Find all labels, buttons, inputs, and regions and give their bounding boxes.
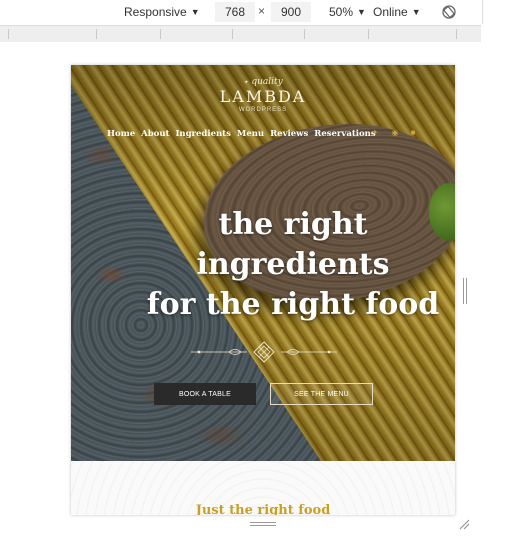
device-stage: ✦ quality LAMBDA WORDPRESS Home About Ingre…	[0, 42, 519, 540]
viewport-resize-handle-right[interactable]	[462, 278, 468, 304]
site-logo[interactable]: LAMBDA	[71, 87, 455, 106]
ruler-tick	[304, 29, 305, 39]
logo-subtitle: WORDPRESS	[238, 107, 288, 113]
ruler-tick	[160, 29, 161, 39]
ruler-tick	[368, 29, 369, 39]
device-toolbar: Responsive ▼ 768 × 900 50% ▼ Online ▼	[0, 0, 519, 24]
ornament-divider-icon	[191, 341, 337, 363]
viewport-resize-handle-bottom[interactable]	[250, 521, 276, 527]
instagram-icon[interactable]: ◉	[391, 129, 399, 137]
network-throttle-dropdown[interactable]: Online ▼	[373, 4, 421, 20]
tripadvisor-icon[interactable]: ■	[409, 129, 417, 137]
logo-top-text: quality	[251, 77, 283, 87]
headline-line: for the right food	[146, 287, 440, 322]
ruler-tick	[96, 29, 97, 39]
main-nav: Home About Ingredients Menu Reviews Reservati…	[107, 129, 382, 141]
media-query-ruler[interactable]	[0, 25, 481, 43]
nav-item-home[interactable]: Home	[107, 129, 135, 139]
headline-line: the right	[218, 207, 368, 242]
device-mode-label: Responsive	[124, 5, 187, 19]
width-input[interactable]: 768	[215, 2, 255, 22]
nav-item-about[interactable]: About	[141, 129, 169, 139]
dimension-separator: ×	[258, 4, 266, 18]
network-label: Online	[373, 5, 408, 19]
book-table-button[interactable]: BOOK A TABLE	[154, 383, 256, 405]
rotate-icon[interactable]	[441, 4, 457, 20]
intro-section: Just the right food	[71, 461, 455, 515]
nav-item-reviews[interactable]: Reviews	[270, 129, 308, 139]
emulated-viewport: ✦ quality LAMBDA WORDPRESS Home About Ingre…	[71, 65, 455, 515]
headline-line: ingredients	[196, 247, 390, 282]
ruler-tick	[232, 29, 233, 39]
hero-headline: the right ingredients for the right food	[71, 205, 455, 325]
nav-item-reservations[interactable]: Reservations	[314, 129, 375, 139]
chevron-down-icon: ▼	[411, 7, 421, 17]
twitter-icon[interactable]: ✦	[371, 129, 379, 137]
device-mode-dropdown[interactable]: Responsive ▼	[124, 4, 200, 20]
nav-item-menu[interactable]: Menu	[237, 129, 264, 139]
ruler-tick	[8, 29, 9, 39]
ruler-tick	[456, 29, 457, 39]
logo-tagline: ✦ quality	[71, 77, 455, 87]
zoom-dropdown[interactable]: 50% ▼	[329, 4, 366, 20]
logo-ornament-icon: ✦	[243, 79, 249, 86]
hero-section: ✦ quality LAMBDA WORDPRESS Home About Ingre…	[71, 65, 455, 461]
section-tagline: Just the right food	[195, 503, 331, 515]
zoom-label: 50%	[329, 5, 354, 19]
chevron-down-icon: ▼	[357, 7, 366, 17]
height-input[interactable]: 900	[271, 2, 311, 22]
corner-resize-icon[interactable]	[458, 518, 470, 530]
nav-item-ingredients[interactable]: Ingredients	[175, 129, 230, 139]
see-menu-button[interactable]: SEE THE MENU	[270, 383, 373, 405]
toolbar-divider	[482, 0, 483, 24]
chevron-down-icon: ▼	[190, 7, 200, 17]
